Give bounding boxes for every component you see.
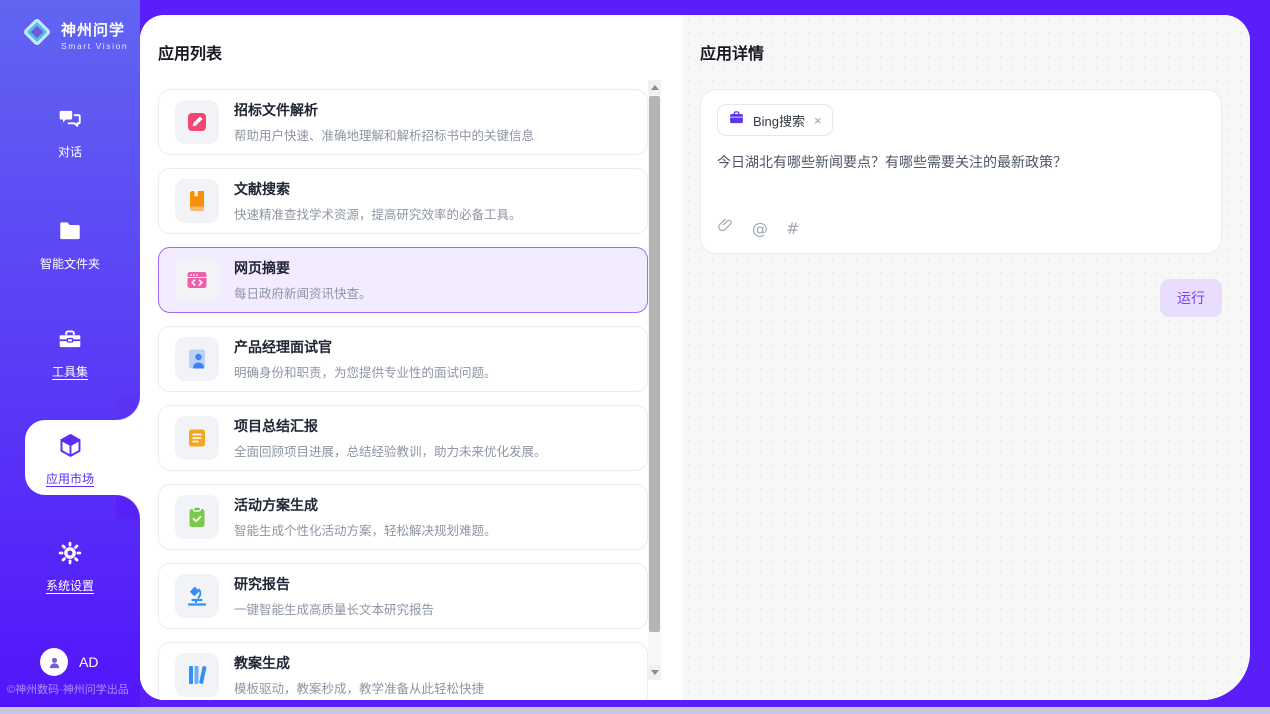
- app-detail-title: 应用详情: [700, 40, 1222, 64]
- app-card-research-report[interactable]: 研究报告 一键智能生成高质量长文本研究报告: [158, 563, 648, 629]
- logo-title: 神州问学: [61, 22, 125, 39]
- sidebar-item-label: 系统设置: [0, 577, 140, 594]
- app-card-desc: 每日政府新闻资讯快查。: [234, 283, 372, 302]
- app-card-title: 项目总结汇报: [234, 416, 547, 436]
- book-icon: [175, 179, 219, 223]
- app-list-panel: 应用列表 招标文件解析 帮助用户快速、准确地理解和解析招标书中的关键信息 文献搜…: [140, 15, 683, 700]
- folder-icon: [57, 231, 83, 248]
- app-card-desc: 帮助用户快速、准确地理解和解析招标书中的关键信息: [234, 125, 534, 144]
- sidebar-item-smart-folder[interactable]: 智能文件夹: [0, 218, 140, 272]
- prompt-input[interactable]: 今日湖北有哪些新闻要点？有哪些需要关注的最新政策？: [717, 152, 1205, 215]
- main-content: 应用列表 招标文件解析 帮助用户快速、准确地理解和解析招标书中的关键信息 文献搜…: [140, 15, 1250, 700]
- run-button[interactable]: 运行: [1160, 279, 1222, 317]
- app-list-title: 应用列表: [158, 40, 648, 64]
- app-card-literature-search[interactable]: 文献搜索 快速精准查找学术资源，提高研究效率的必备工具。: [158, 168, 648, 234]
- mention-at-icon[interactable]: @: [752, 219, 768, 238]
- app-card-title: 文献搜索: [234, 179, 522, 199]
- app-card-desc: 快速精准查找学术资源，提高研究效率的必备工具。: [234, 204, 522, 223]
- app-card-title: 教案生成: [234, 653, 484, 673]
- cube-icon: [57, 446, 84, 463]
- logo-subtitle: Smart Vision: [61, 41, 128, 51]
- app-card-project-summary[interactable]: 项目总结汇报 全面回顾项目进展，总结经验教训，助力未来优化发展。: [158, 405, 648, 471]
- app-card-web-summary[interactable]: 网页摘要 每日政府新闻资讯快查。: [158, 247, 648, 313]
- sidebar-item-label: 对话: [0, 143, 140, 160]
- note-icon: [175, 416, 219, 460]
- app-card-desc: 一键智能生成高质量长文本研究报告: [234, 599, 434, 618]
- paperclip-icon[interactable]: [717, 217, 734, 239]
- triangle-down-icon: [651, 670, 659, 675]
- chat-icon: [57, 119, 83, 136]
- scrollbar-thumb[interactable]: [649, 96, 660, 632]
- app-card-title: 研究报告: [234, 574, 434, 594]
- chip-label: Bing搜索: [753, 111, 805, 130]
- sidebar-item-label: 应用市场: [0, 470, 140, 487]
- app-card-pm-interviewer[interactable]: 产品经理面试官 明确身份和职责，为您提供专业性的面试问题。: [158, 326, 648, 392]
- list-scrollbar[interactable]: [648, 80, 661, 680]
- app-card-desc: 智能生成个性化活动方案，轻松解决规划难题。: [234, 520, 497, 539]
- browser-code-icon: [175, 258, 219, 302]
- avatar: [40, 648, 68, 676]
- app-card-desc: 模板驱动，教案秒成，教学准备从此轻松快捷: [234, 678, 484, 697]
- window-bottom-edge: [0, 707, 1270, 714]
- scroll-up-button[interactable]: [648, 80, 661, 95]
- run-button-row: 运行: [700, 279, 1222, 317]
- app-card-title: 网页摘要: [234, 258, 372, 278]
- sidebar-item-chat[interactable]: 对话: [0, 106, 140, 160]
- sidebar-item-toolset[interactable]: 工具集: [0, 326, 140, 380]
- sidebar-item-label: 智能文件夹: [0, 255, 140, 272]
- toolbox-icon: [57, 339, 83, 356]
- person-document-icon: [175, 337, 219, 381]
- sidebar-item-settings[interactable]: 系统设置: [0, 540, 140, 594]
- user-account[interactable]: AD: [40, 648, 98, 676]
- app-card-lesson-plan[interactable]: 教案生成 模板驱动，教案秒成，教学准备从此轻松快捷: [158, 642, 648, 700]
- app-card-title: 产品经理面试官: [234, 337, 497, 357]
- app-logo: 神州问学 Smart Vision: [20, 15, 128, 54]
- app-detail-panel: 应用详情 Bing搜索 × 今日湖北有哪些新闻要点？有哪些需要关注的最新政策？ …: [683, 15, 1250, 700]
- triangle-up-icon: [651, 85, 659, 90]
- hashtag-icon[interactable]: #: [786, 219, 799, 238]
- microscope-icon: [175, 574, 219, 618]
- prompt-input-card: Bing搜索 × 今日湖北有哪些新闻要点？有哪些需要关注的最新政策？ @ #: [700, 89, 1222, 254]
- user-initials: AD: [79, 654, 98, 670]
- briefcase-icon: [728, 109, 745, 131]
- app-card-bid-parsing[interactable]: 招标文件解析 帮助用户快速、准确地理解和解析招标书中的关键信息: [158, 89, 648, 155]
- logo-diamond-icon: [20, 15, 54, 54]
- app-card-event-plan[interactable]: 活动方案生成 智能生成个性化活动方案，轻松解决规划难题。: [158, 484, 648, 550]
- tool-chip-bing-search[interactable]: Bing搜索 ×: [717, 104, 833, 136]
- pen-square-icon: [175, 100, 219, 144]
- sidebar-item-app-market[interactable]: 应用市场: [0, 432, 140, 487]
- gear-icon: [57, 553, 83, 570]
- copyright-footer: ©神州数码·神州问学出品: [7, 681, 143, 697]
- app-card-title: 活动方案生成: [234, 495, 497, 515]
- clipboard-check-icon: [175, 495, 219, 539]
- app-card-desc: 明确身份和职责，为您提供专业性的面试问题。: [234, 362, 497, 381]
- chip-close-icon[interactable]: ×: [814, 113, 822, 128]
- app-card-title: 招标文件解析: [234, 100, 534, 120]
- sidebar: 神州问学 Smart Vision 对话 智能文件夹: [0, 0, 140, 707]
- books-icon: [175, 653, 219, 697]
- app-card-desc: 全面回顾项目进展，总结经验教训，助力未来优化发展。: [234, 441, 547, 460]
- input-toolbar: @ #: [717, 215, 1205, 241]
- sidebar-item-label: 工具集: [0, 363, 140, 380]
- scroll-down-button[interactable]: [648, 665, 661, 680]
